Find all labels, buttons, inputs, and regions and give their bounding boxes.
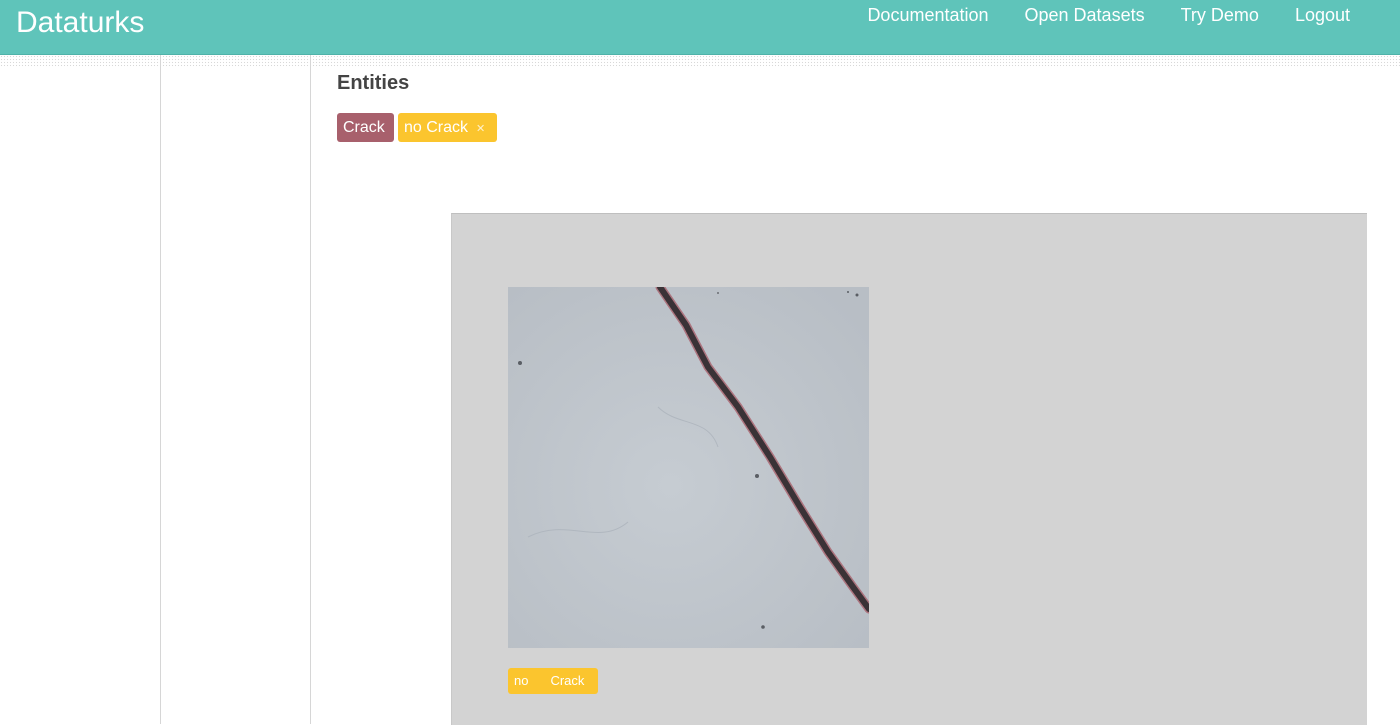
nav-try-demo[interactable]: Try Demo bbox=[1181, 3, 1259, 27]
nav-documentation[interactable]: Documentation bbox=[867, 3, 988, 27]
label-part: Crack bbox=[550, 673, 585, 688]
entity-chip-label: no Crack bbox=[404, 119, 469, 136]
crack-photo bbox=[508, 287, 869, 648]
column-divider bbox=[310, 55, 311, 724]
brand-logo[interactable]: Dataturks bbox=[16, 4, 144, 42]
nav-open-datasets[interactable]: Open Datasets bbox=[1025, 3, 1145, 27]
column-divider bbox=[160, 55, 161, 724]
close-icon[interactable]: ✕ bbox=[476, 123, 485, 135]
label-part: no bbox=[514, 673, 529, 688]
nav-logout[interactable]: Logout bbox=[1295, 3, 1350, 27]
annotation-image[interactable] bbox=[508, 287, 869, 648]
entity-chip-crack[interactable]: Crack bbox=[337, 113, 394, 142]
top-nav: Documentation Open Datasets Try Demo Log… bbox=[831, 3, 1350, 27]
header-shadow bbox=[0, 55, 1400, 67]
image-label-tag[interactable]: no Crack bbox=[508, 668, 598, 694]
entity-chip-label: Crack bbox=[343, 119, 385, 136]
entity-chip-no-crack[interactable]: no Crack ✕ bbox=[398, 113, 497, 142]
top-navbar: Dataturks Documentation Open Datasets Tr… bbox=[0, 0, 1400, 55]
entities-heading: Entities bbox=[337, 72, 410, 94]
